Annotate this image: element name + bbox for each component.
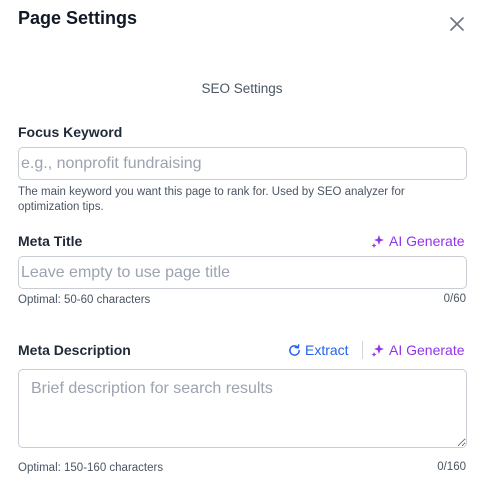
- focus-keyword-help-line: The main keyword you want this page to r…: [18, 186, 405, 198]
- meta-description-counter: 0/160: [437, 461, 466, 473]
- focus-keyword-help-line: optimization tips.: [18, 201, 104, 213]
- focus-keyword-label: Focus Keyword: [18, 124, 123, 140]
- focus-keyword-help: The main keyword you want this page to r…: [18, 185, 405, 215]
- meta-title-input[interactable]: [18, 256, 467, 289]
- page-settings-dialog: Page Settings SEO Settings Focus Keyword…: [0, 0, 484, 485]
- close-button[interactable]: [447, 14, 467, 34]
- refresh-icon: [289, 343, 300, 356]
- dialog-title: Page Settings: [18, 8, 138, 28]
- sparkle-icon: [371, 235, 384, 248]
- action-divider: [362, 341, 363, 359]
- meta-description-ai-generate-button[interactable]: AI Generate: [371, 342, 465, 358]
- ai-generate-label: AI Generate: [389, 342, 465, 358]
- sparkle-icon: [371, 344, 384, 357]
- meta-title-hint: Optimal: 50-60 characters: [18, 294, 151, 306]
- focus-keyword-input[interactable]: [18, 147, 467, 180]
- close-icon: [450, 17, 464, 31]
- section-heading: SEO Settings: [201, 81, 283, 96]
- ai-generate-label: AI Generate: [389, 233, 465, 249]
- meta-description-hint: Optimal: 150-160 characters: [18, 462, 164, 474]
- extract-button[interactable]: Extract: [288, 342, 349, 358]
- meta-description-label: Meta Description: [18, 342, 131, 358]
- meta-title-counter: 0/60: [443, 293, 466, 305]
- meta-title-label: Meta Title: [18, 233, 83, 249]
- extract-label: Extract: [305, 342, 349, 358]
- meta-title-ai-generate-button[interactable]: AI Generate: [371, 233, 465, 249]
- meta-description-textarea[interactable]: [18, 369, 467, 448]
